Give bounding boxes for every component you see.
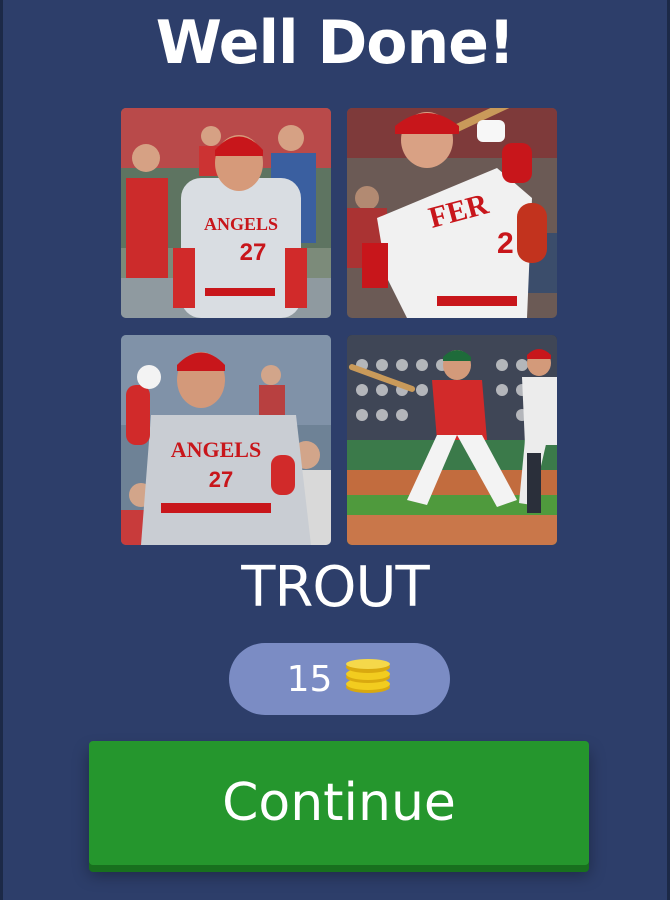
- coin-stack-icon: [344, 659, 392, 699]
- answer-word: TROUT: [241, 555, 429, 620]
- jersey-text: ANGELS: [171, 437, 261, 462]
- page-title: Well Done!: [155, 8, 516, 78]
- photo-tile-2: FER 2: [347, 108, 557, 318]
- continue-button[interactable]: Continue: [89, 741, 589, 865]
- jersey-text: ANGELS: [204, 214, 278, 234]
- coin-reward-pill: 15: [229, 643, 450, 715]
- photo-tile-3: ANGELS 27: [121, 335, 331, 545]
- jersey-number: 27: [240, 239, 267, 266]
- jersey-number: 27: [209, 467, 233, 492]
- jersey-number: 2: [497, 227, 514, 260]
- photo-tile-1: ANGELS 27: [121, 108, 331, 318]
- coin-reward-value: 15: [286, 658, 333, 700]
- photo-tile-4: [347, 335, 557, 545]
